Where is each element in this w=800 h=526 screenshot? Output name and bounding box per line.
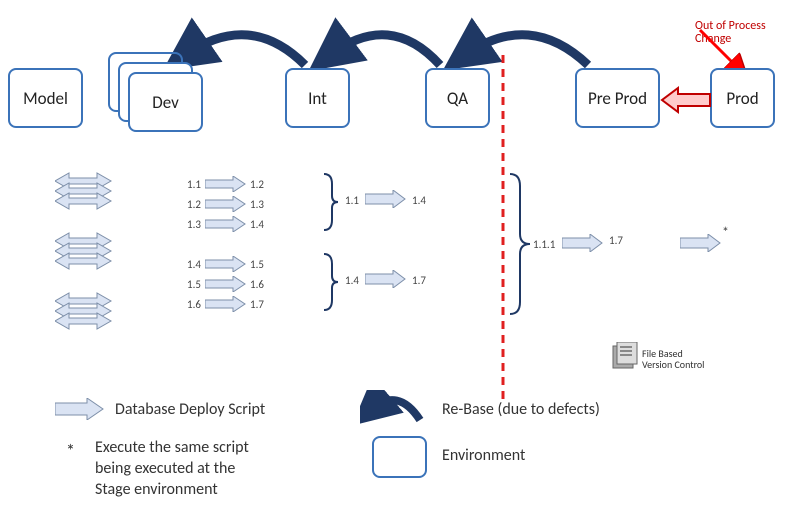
bracket-g2 <box>322 252 340 312</box>
arrow-g2c <box>205 296 247 312</box>
arrow-g2a <box>205 256 247 272</box>
bidir-arrows-2 <box>55 230 125 270</box>
arrow-prod <box>680 234 722 252</box>
prod-to-preprod-arrow <box>660 86 712 114</box>
arrow-g1a <box>205 176 247 192</box>
v-g2b-to: 1.6 <box>250 278 264 291</box>
v-g1b-to: 1.3 <box>250 198 264 211</box>
arrow-int1 <box>365 190 407 208</box>
env-model-label: Model <box>23 88 68 109</box>
bidir-arrows-1 <box>55 170 125 210</box>
v-g1c-to: 1.4 <box>250 218 264 231</box>
v-int2-to: 1.7 <box>412 274 426 287</box>
arrow-g1b <box>205 196 247 212</box>
v-g1a-from: 1.1 <box>187 178 201 191</box>
v-int2-from: 1.4 <box>345 274 359 287</box>
v-g2a-from: 1.4 <box>187 258 201 271</box>
v-g2c-to: 1.7 <box>250 298 264 311</box>
legend-star-sym: * <box>66 440 75 462</box>
legend-star-3: Stage environment <box>95 480 218 499</box>
legend-environment: Environment <box>442 446 525 465</box>
legend-env-icon <box>372 436 427 478</box>
env-preprod: Pre Prod <box>575 68 660 128</box>
env-int-label: Int <box>308 88 327 109</box>
v-qa-from: 1.1.1 <box>533 238 555 251</box>
arrow-g2b <box>205 276 247 292</box>
legend-rebase-icon <box>360 390 430 428</box>
env-model: Model <box>8 68 83 128</box>
legend-rebase: Re-Base (due to defects) <box>442 400 600 419</box>
v-g2a-to: 1.5 <box>250 258 264 271</box>
env-prod: Prod <box>710 68 775 128</box>
env-dev: Dev <box>128 72 203 132</box>
v-g2b-from: 1.5 <box>187 278 201 291</box>
arrow-int2 <box>365 270 407 288</box>
env-qa: QA <box>425 68 490 128</box>
v-int1-to: 1.4 <box>412 194 426 207</box>
arrow-g1c <box>205 216 247 232</box>
bidir-arrows-3 <box>55 290 125 330</box>
vc-l2: Version Control <box>642 358 704 371</box>
env-qa-label: QA <box>447 88 468 109</box>
v-g2c-from: 1.6 <box>187 298 201 311</box>
bracket-qa <box>508 172 532 317</box>
env-preprod-label: Pre Prod <box>588 88 647 109</box>
env-prod-label: Prod <box>726 88 758 109</box>
legend-star-2: being executed at the <box>95 459 235 478</box>
legend-deploy: Database Deploy Script <box>115 400 265 419</box>
arrow-qa <box>562 234 604 252</box>
env-dev-label: Dev <box>152 92 179 113</box>
v-prod-star: * <box>722 224 729 241</box>
bracket-g1 <box>322 172 340 232</box>
v-int1-from: 1.1 <box>345 194 359 207</box>
env-int: Int <box>285 68 350 128</box>
v-g1c-from: 1.3 <box>187 218 201 231</box>
v-qa-to: 1.7 <box>609 234 623 247</box>
legend-star-text: Execute the same script being executed a… <box>95 438 249 500</box>
v-g1a-to: 1.2 <box>250 178 264 191</box>
legend-deploy-icon <box>55 398 105 420</box>
file-version-control-icon <box>610 342 640 372</box>
v-g1b-from: 1.2 <box>187 198 201 211</box>
vc-label: File Based Version Control <box>642 348 704 370</box>
legend-star-1: Execute the same script <box>95 438 249 457</box>
